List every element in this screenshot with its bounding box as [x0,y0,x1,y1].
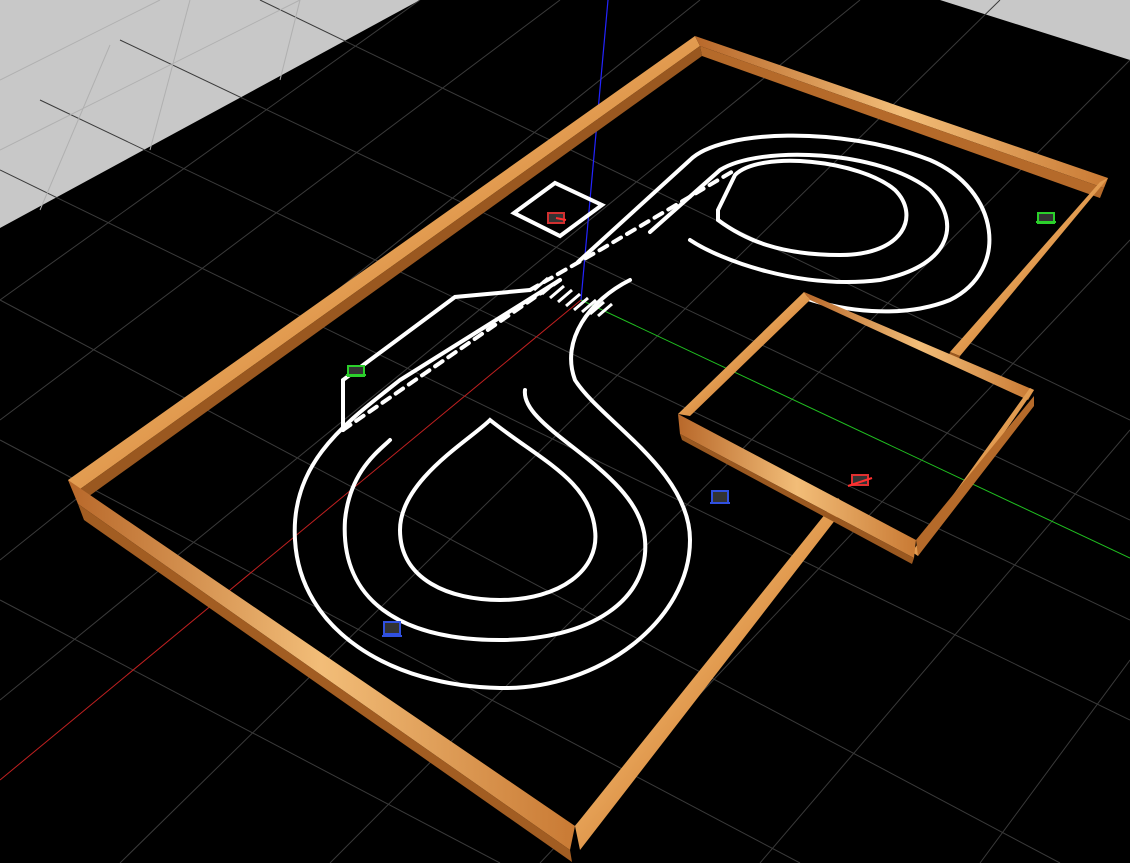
simulation-viewport[interactable] [0,0,1130,863]
robot-blue-center[interactable] [710,490,730,504]
robot-red-enclosure[interactable] [847,474,873,487]
outer-wooden-wall [68,36,1108,862]
robot-blue-bottom[interactable] [382,621,402,637]
robot-red-parking[interactable] [547,212,567,224]
axis-x-line [0,299,582,781]
robot-green-left[interactable] [346,365,366,377]
far-plane-left [0,0,420,228]
inner-wooden-enclosure [678,292,1034,564]
robot-green-right[interactable] [1036,212,1056,224]
scene-canvas[interactable] [0,0,1130,863]
far-plane-right [940,0,1130,60]
crosswalk-stripes [533,276,613,318]
white-track-lines [292,133,992,691]
